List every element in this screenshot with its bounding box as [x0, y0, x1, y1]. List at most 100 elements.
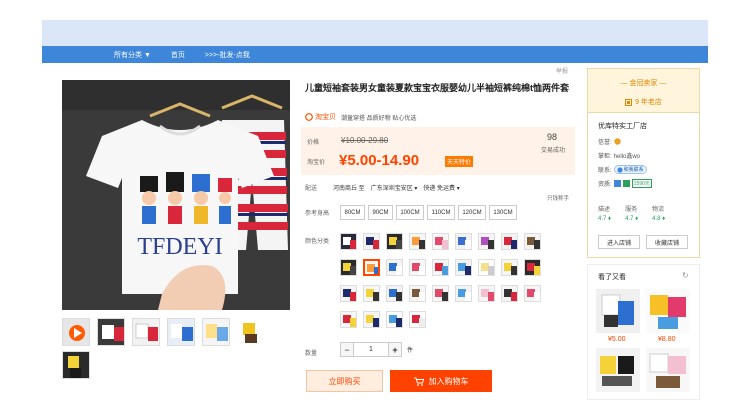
- color-swatch[interactable]: [478, 233, 495, 250]
- thumbnail-2[interactable]: [132, 318, 160, 346]
- report-link[interactable]: 举报: [556, 66, 568, 75]
- thumbnail-image: [133, 319, 159, 345]
- color-swatch[interactable]: [409, 259, 426, 276]
- color-swatch[interactable]: [501, 285, 518, 302]
- swatch-image: [456, 234, 471, 249]
- add-to-cart-button[interactable]: 加入购物车: [390, 370, 492, 392]
- color-swatch[interactable]: [455, 259, 472, 276]
- color-swatch[interactable]: [386, 259, 403, 276]
- thumbnail-video[interactable]: [62, 318, 90, 346]
- taobao-icon: [305, 113, 313, 121]
- color-swatch[interactable]: [524, 233, 541, 250]
- ship-to-select[interactable]: 广东深圳宝安区 ▾: [371, 183, 418, 192]
- thumbnail-5[interactable]: [237, 318, 265, 346]
- thumbnail-1[interactable]: [97, 318, 125, 346]
- color-swatch[interactable]: [478, 285, 495, 302]
- size-option-100[interactable]: 100CM: [396, 205, 424, 220]
- score-value: 4.7 ♦: [625, 216, 639, 222]
- quantity-increase-button[interactable]: +: [388, 342, 402, 357]
- color-swatch[interactable]: [409, 233, 426, 250]
- chat-button[interactable]: 和我联系: [613, 165, 647, 174]
- enter-shop-button[interactable]: 进入店铺: [598, 235, 640, 249]
- deposit-icon: [622, 180, 630, 187]
- color-swatch[interactable]: [363, 259, 380, 276]
- color-swatch[interactable]: [363, 233, 380, 250]
- color-swatch[interactable]: [455, 285, 472, 302]
- price-label: 价格: [307, 140, 320, 146]
- color-swatch[interactable]: [386, 311, 403, 328]
- swatch-image: [364, 312, 379, 327]
- taobao-slogan: 潮童穿搭 品质好物 贴心优选: [341, 115, 417, 122]
- size-option-110[interactable]: 110CM: [427, 205, 455, 220]
- size-option-120[interactable]: 120CM: [458, 205, 486, 220]
- color-swatch[interactable]: [363, 311, 380, 328]
- color-swatch[interactable]: [455, 233, 472, 250]
- recommend-item-1[interactable]: [596, 289, 640, 333]
- favorite-shop-button[interactable]: 收藏店铺: [646, 235, 688, 249]
- size-option-90[interactable]: 90CM: [368, 205, 393, 220]
- color-swatch[interactable]: [501, 233, 518, 250]
- nav-all-categories[interactable]: 所有分类 ▼: [114, 50, 151, 60]
- sold-label: 交易成功: [541, 148, 566, 154]
- color-swatch[interactable]: [524, 285, 541, 302]
- swatch-image: [365, 261, 378, 274]
- ship-fee-select[interactable]: 快递 免运费 ▾: [423, 183, 459, 192]
- color-swatch[interactable]: [409, 311, 426, 328]
- product-print-text: TFDEYI: [137, 234, 222, 260]
- shop-owner-value[interactable]: hello鑫wo: [614, 151, 640, 160]
- recommend-item-2[interactable]: [646, 289, 690, 333]
- color-swatch[interactable]: [478, 259, 495, 276]
- score-label: 描述: [598, 207, 611, 213]
- color-swatch[interactable]: [432, 259, 449, 276]
- sold-count: 98: [547, 132, 558, 142]
- thumbnail-image: [203, 319, 229, 345]
- shop-contact-label: 联系:: [598, 168, 612, 174]
- color-swatch[interactable]: [340, 311, 357, 328]
- thumbnail-image: [237, 318, 265, 346]
- color-swatch[interactable]: [432, 233, 449, 250]
- recommend-item-3[interactable]: [596, 348, 640, 392]
- thumbnail-image: [168, 319, 194, 345]
- refresh-icon[interactable]: ↻: [682, 271, 689, 280]
- swatch-image: [479, 260, 494, 275]
- nav-home[interactable]: 首页: [171, 50, 185, 60]
- color-swatch[interactable]: [340, 233, 357, 250]
- nav-wholesale[interactable]: >>>-批发-点我: [205, 50, 250, 60]
- size-option-80[interactable]: 80CM: [340, 205, 365, 220]
- swatch-image: [525, 260, 540, 275]
- cart-icon: [413, 377, 424, 386]
- score-label: 服务: [625, 207, 638, 213]
- shop-owner: 掌柜: hello鑫wo: [598, 151, 640, 160]
- thumbnail-image: [63, 352, 89, 378]
- shop-age-icon: [625, 98, 633, 106]
- swatch-image: [341, 234, 356, 249]
- color-swatch[interactable]: [409, 285, 426, 302]
- main-product-image[interactable]: TFDEYI: [62, 80, 290, 310]
- color-swatch[interactable]: [501, 259, 518, 276]
- color-swatch[interactable]: [340, 285, 357, 302]
- chat-icon: [617, 166, 623, 173]
- buy-now-button[interactable]: 立即购买: [306, 370, 383, 392]
- taobao-logo-text: 淘宝贝: [315, 114, 336, 121]
- shop-name[interactable]: 优库特实工厂店: [598, 121, 647, 131]
- recommend-item-4[interactable]: [646, 348, 690, 392]
- quantity-input[interactable]: 1: [354, 342, 388, 357]
- color-swatch[interactable]: [386, 285, 403, 302]
- thumbnail-3[interactable]: [167, 318, 195, 346]
- thumbnail-image: [98, 319, 124, 345]
- color-swatch[interactable]: [432, 285, 449, 302]
- size-option-130[interactable]: 130CM: [489, 205, 517, 220]
- thumbnail-6[interactable]: [62, 351, 90, 379]
- thumbnail-4[interactable]: [202, 318, 230, 346]
- color-swatch[interactable]: [524, 259, 541, 276]
- swatch-image: [387, 260, 402, 275]
- chat-button-label: 和我联系: [623, 167, 644, 173]
- color-swatch[interactable]: [363, 285, 380, 302]
- shop-header: — 金冠卖家 — 9 年老店: [588, 69, 699, 113]
- shop-deposit: 资质: 1590元: [598, 179, 652, 188]
- quantity-decrease-button[interactable]: −: [340, 342, 354, 357]
- color-swatch[interactable]: [386, 233, 403, 250]
- color-swatch[interactable]: [340, 259, 357, 276]
- product-photo: TFDEYI: [62, 80, 290, 310]
- swatch-image: [525, 286, 540, 301]
